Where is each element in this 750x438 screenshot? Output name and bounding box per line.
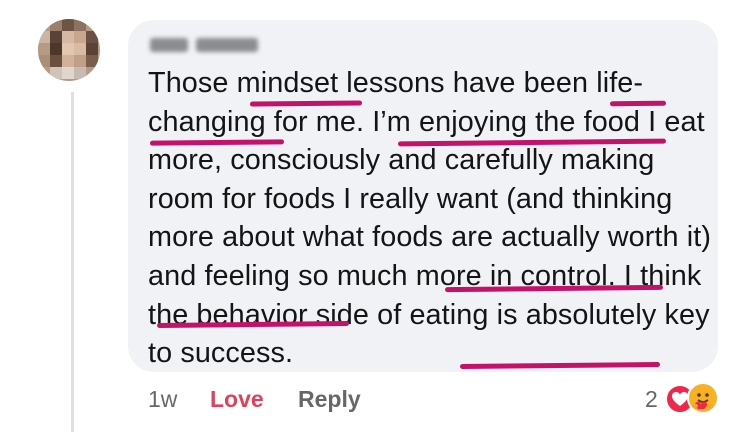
- author-name[interactable]: [150, 36, 310, 54]
- reply-button[interactable]: Reply: [298, 384, 361, 414]
- timestamp[interactable]: 1w: [148, 384, 177, 414]
- avatar[interactable]: [38, 19, 100, 81]
- care-hug-icon: [687, 382, 719, 414]
- reactions-summary[interactable]: 2: [645, 380, 735, 418]
- love-button[interactable]: Love: [210, 384, 264, 414]
- reply-thread-line: [71, 92, 74, 432]
- reaction-count: 2: [645, 386, 658, 412]
- underline-life: [609, 100, 667, 107]
